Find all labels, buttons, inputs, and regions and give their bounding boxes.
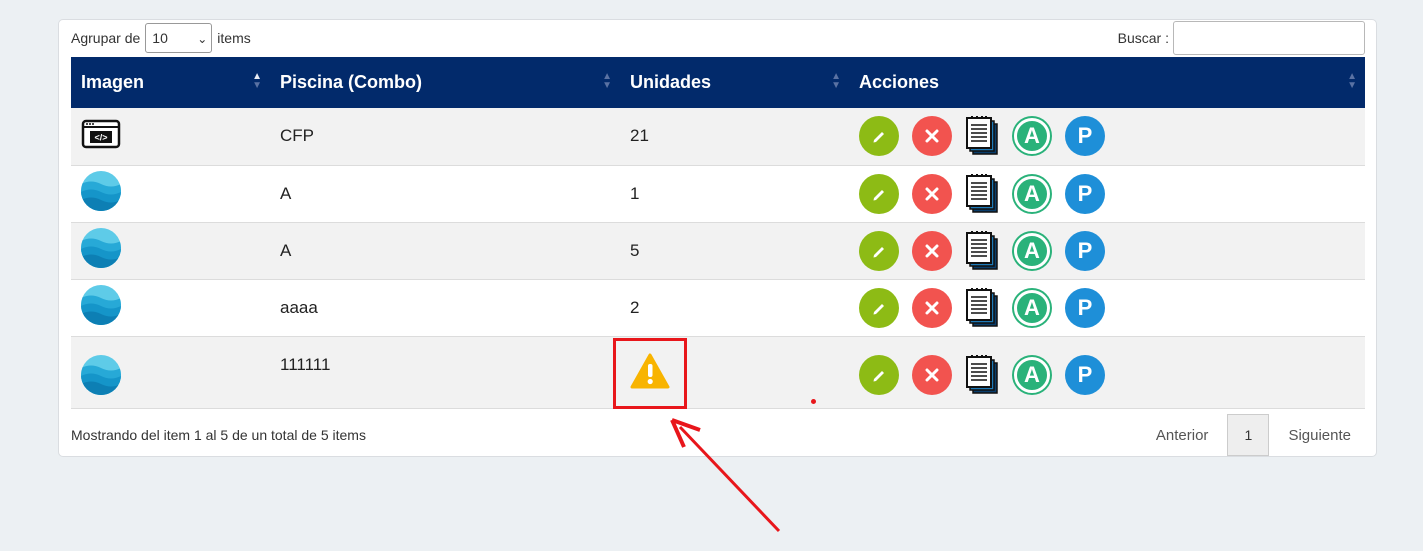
annotation-arrow (670, 418, 781, 533)
prev-page-button[interactable]: Anterior (1156, 427, 1209, 444)
pagination: Anterior 1 Siguiente (1156, 414, 1351, 456)
page-1-button[interactable]: 1 (1227, 414, 1270, 456)
pagination-summary: Mostrando del item 1 al 5 de un total de… (71, 427, 366, 443)
next-page-button[interactable]: Siguiente (1288, 427, 1351, 444)
